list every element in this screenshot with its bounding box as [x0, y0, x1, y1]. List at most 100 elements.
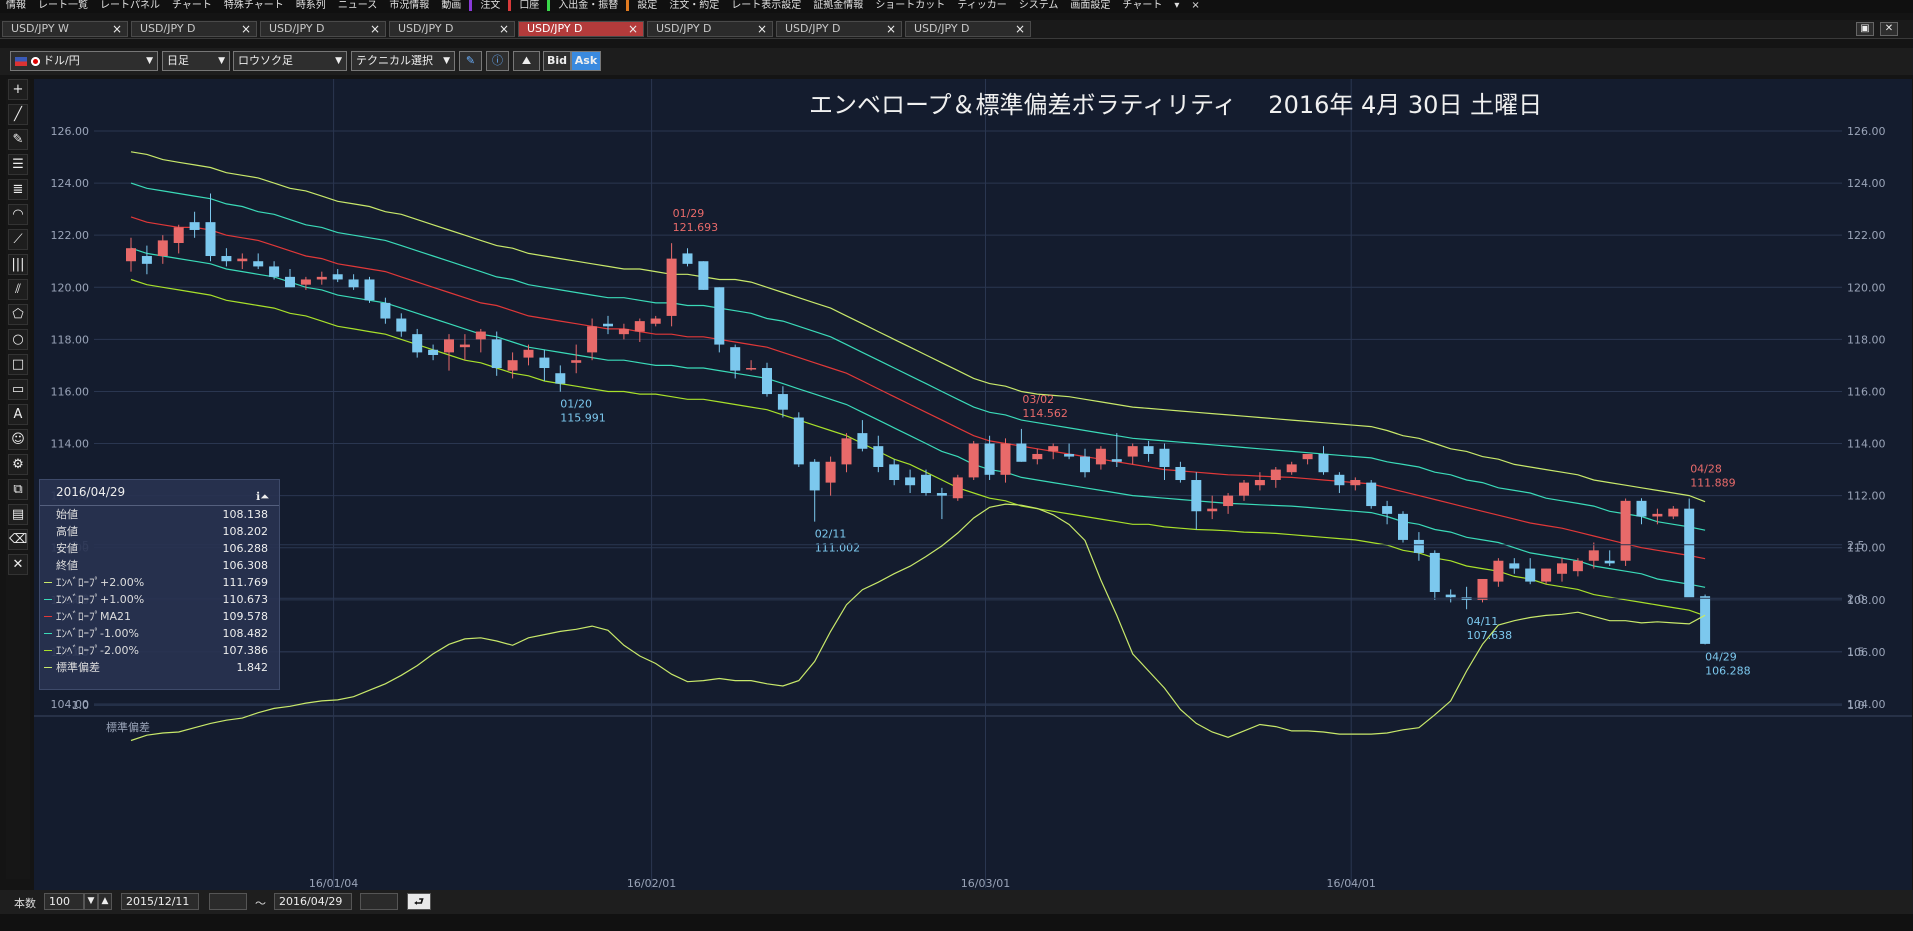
count-input[interactable]: 100 [44, 893, 84, 910]
candle-body [1095, 448, 1106, 465]
y-tick-label-left: 116.00 [51, 385, 90, 398]
menu-item[interactable]: 動画 [441, 0, 461, 11]
menu-item[interactable]: ▾ [1174, 0, 1179, 11]
close-tab-icon[interactable]: × [628, 22, 638, 36]
y-tick-label-right: 124.00 [1847, 177, 1886, 190]
menu-item[interactable]: 注文・約定 [669, 0, 719, 11]
fan-icon[interactable]: ⟋ [8, 229, 28, 250]
menu-item[interactable]: 注文 [480, 0, 500, 11]
menu-item[interactable]: レートパネル [100, 0, 160, 11]
close-tab-icon[interactable]: × [499, 22, 509, 36]
restore-window-button[interactable]: ▣ [1856, 22, 1874, 36]
menu-item[interactable]: 証拠金情報 [813, 0, 863, 11]
arc-icon[interactable]: ◠ [8, 204, 28, 225]
candle-body [237, 258, 248, 262]
erase-all-icon[interactable]: ✕ [8, 554, 28, 575]
count-down-icon[interactable]: ▼ [84, 893, 98, 910]
chart-tab[interactable]: USD/JPY D × [131, 21, 257, 37]
ask-button[interactable]: Ask [571, 51, 601, 71]
info-row-value: 111.769 [222, 576, 269, 589]
currency-pair-select[interactable]: ドル/円 ▼ [10, 51, 158, 71]
pen-icon[interactable]: ✎ [459, 51, 482, 71]
separator-icon[interactable]: ▭ [8, 379, 28, 400]
price-chart[interactable]: 104.00104.00106.00106.00108.00108.00110.… [34, 79, 1912, 891]
chart-tab[interactable]: USD/JPY W × [2, 21, 128, 37]
to-time-input[interactable] [360, 893, 398, 910]
menu-item[interactable]: 画面設定 [1070, 0, 1110, 11]
vertical-lines-icon[interactable]: ||| [8, 254, 28, 275]
chart-tab[interactable]: USD/JPY D × [776, 21, 902, 37]
candle-body [459, 344, 470, 348]
collapse-icon[interactable]: ⏶ [260, 490, 269, 503]
menu-item[interactable]: 口座 [519, 0, 539, 11]
circle-icon[interactable]: ○ [8, 329, 28, 350]
candle-body [1382, 506, 1393, 514]
close-tab-icon[interactable]: × [757, 22, 767, 36]
close-tab-icon[interactable]: × [241, 22, 251, 36]
emoji-icon[interactable]: ☺ [8, 429, 28, 450]
cross-hair-icon[interactable]: + [8, 79, 28, 100]
menu-item[interactable]: レート一覧 [38, 0, 88, 11]
menu-item[interactable]: 時系列 [296, 0, 326, 11]
info-row: ｴﾝﾍﾞﾛｰﾌﾟ+1.00% 110.673 [40, 591, 279, 608]
close-tab-icon[interactable]: × [886, 22, 896, 36]
close-window-button[interactable]: ✕ [1880, 22, 1898, 36]
menu-item[interactable]: チャート [1122, 0, 1162, 11]
menu-item[interactable]: 市況情報 [389, 0, 429, 11]
rectangle-icon[interactable]: □ [8, 354, 28, 375]
annotation-price: 115.991 [560, 412, 606, 425]
chart-tab[interactable]: USD/JPY D × [647, 21, 773, 37]
candle-body [1525, 568, 1536, 582]
horizontal-lines-icon[interactable]: ☰ [8, 154, 28, 175]
count-value: 100 [49, 895, 70, 908]
close-tab-icon[interactable]: × [112, 22, 122, 36]
from-date-input[interactable]: 2015/12/11 [121, 893, 199, 910]
mountain-chart-icon[interactable]: ⛰ [513, 51, 540, 71]
candle-body [316, 276, 327, 280]
menu-item[interactable]: システム [1019, 0, 1059, 11]
line-icon[interactable]: ╱ [8, 104, 28, 125]
chevron-down-icon: ▼ [146, 56, 153, 66]
menu-item[interactable]: 入出金・振替 [558, 0, 618, 11]
candle-body [1032, 453, 1043, 460]
return-icon[interactable]: ⮐ [407, 893, 431, 910]
copy-icon[interactable]: ⧉ [8, 479, 28, 500]
candle-body [603, 323, 613, 327]
technical-select[interactable]: テクニカル選択 ▼ [351, 51, 455, 71]
chart-tab[interactable]: USD/JPY D × [260, 21, 386, 37]
bid-button[interactable]: Bid [543, 51, 571, 71]
menu-item[interactable]: チャート [172, 0, 212, 11]
chart-tab[interactable]: USD/JPY D × [389, 21, 515, 37]
menu-item[interactable]: 設定 [637, 0, 657, 11]
chart-type-select[interactable]: ロウソク足 ▼ [233, 51, 347, 71]
menu-item[interactable]: 特殊チャート [224, 0, 284, 11]
settings-icon[interactable]: ⚙ [8, 454, 28, 475]
candle-body [141, 256, 152, 264]
menu-item[interactable]: ニュース [338, 0, 378, 11]
candle-body [555, 373, 566, 384]
chart-tab[interactable]: USD/JPY D × [518, 21, 644, 37]
menu-item[interactable]: × [1191, 0, 1199, 11]
chart-area[interactable]: 104.00104.00106.00106.00108.00108.00110.… [34, 79, 1912, 891]
close-tab-icon[interactable]: × [1015, 22, 1025, 36]
menu-item[interactable]: ティッカー [957, 0, 1006, 11]
text-icon[interactable]: A [8, 404, 28, 425]
channel-icon[interactable]: ⫽ [8, 279, 28, 300]
info-icon[interactable]: ⓘ [486, 51, 509, 71]
pentagon-icon[interactable]: ⬠ [8, 304, 28, 325]
chart-tab[interactable]: USD/JPY D × [905, 21, 1031, 37]
stack-icon[interactable]: ▤ [8, 504, 28, 525]
count-up-icon[interactable]: ▲ [98, 893, 112, 910]
menu-item[interactable]: レート表示設定 [731, 0, 801, 11]
fibonacci-lines-icon[interactable]: ≣ [8, 179, 28, 200]
from-time-input[interactable] [209, 893, 247, 910]
eraser-icon[interactable]: ⌫ [8, 529, 28, 550]
to-date-input[interactable]: 2016/04/29 [274, 893, 352, 910]
close-tab-icon[interactable]: × [370, 22, 380, 36]
ruler-icon[interactable]: ✎ [8, 129, 28, 150]
candle-body [730, 347, 741, 371]
period-select[interactable]: 日足 ▼ [162, 51, 230, 71]
menu-item[interactable]: ショートカット [875, 0, 945, 11]
menu-item[interactable]: 情報 [6, 0, 26, 11]
candle-body [348, 279, 359, 288]
